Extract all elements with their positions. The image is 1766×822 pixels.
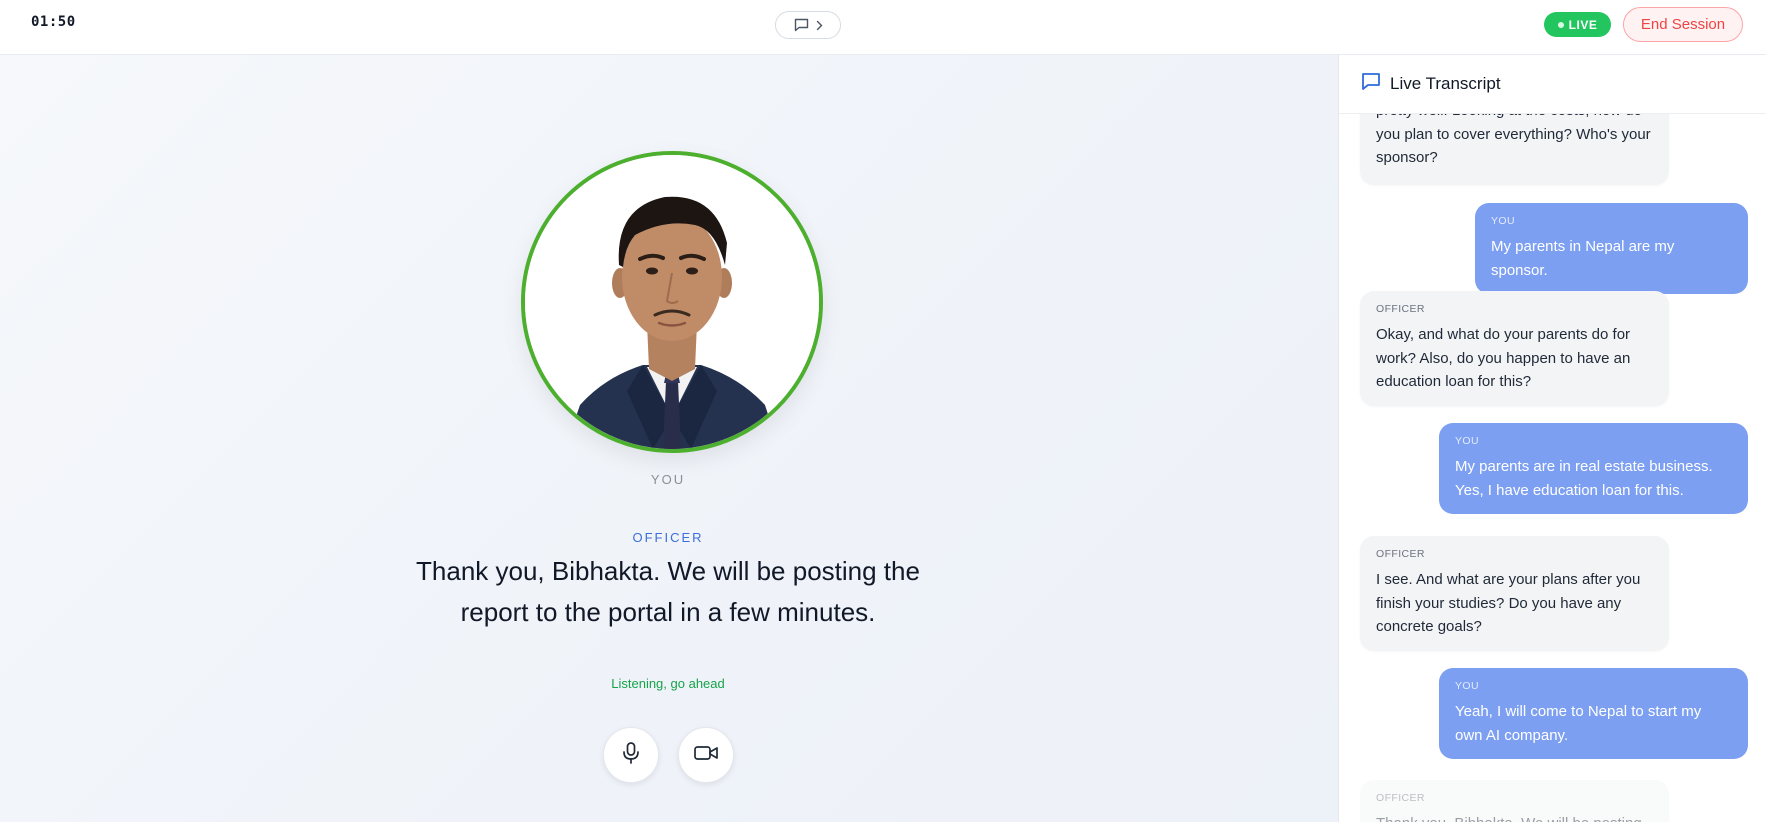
transcript-message-you: YOU My parents are in real estate busine… — [1439, 423, 1748, 514]
video-camera-icon — [693, 744, 719, 767]
message-speaker: YOU — [1491, 215, 1515, 227]
message-text: Yeah, I will come to Nepal to start my o… — [1455, 703, 1702, 744]
live-dot-icon — [1557, 21, 1564, 28]
message-text: Thank you, Bibhakta. We will be posting — [1376, 812, 1653, 822]
chat-icon — [1361, 72, 1381, 96]
officer-label: OFFICER — [632, 530, 704, 545]
transcript-message-officer: OFFICER Okay, and what do your parents d… — [1360, 291, 1669, 406]
transcript-message-you: YOU My parents in Nepal are my sponsor. — [1475, 203, 1748, 294]
message-text: Okay, and what do your parents do for wo… — [1376, 326, 1631, 390]
message-speaker: OFFICER — [1376, 303, 1425, 315]
camera-button[interactable] — [678, 727, 734, 783]
transcript-message-list[interactable]: pretty well. Looking at the costs, how d… — [1339, 55, 1766, 822]
microphone-button[interactable] — [603, 727, 659, 783]
transcript-panel: pretty well. Looking at the costs, how d… — [1338, 55, 1766, 822]
transcript-title: Live Transcript — [1390, 74, 1501, 93]
transcript-message-officer: OFFICER Thank you, Bibhakta. We will be … — [1360, 780, 1669, 822]
live-badge: LIVE — [1544, 12, 1611, 37]
message-speaker: OFFICER — [1376, 792, 1425, 804]
listening-status: Listening, go ahead — [611, 676, 725, 691]
transcript-toggle-button[interactable] — [775, 11, 841, 39]
user-portrait-image — [525, 155, 819, 449]
live-label: LIVE — [1568, 17, 1598, 32]
session-timer: 01:50 — [31, 14, 76, 30]
chat-icon — [794, 18, 809, 32]
officer-speech-text: Thank you, Bibhakta. We will be posting … — [416, 556, 920, 627]
transcript-message-you: YOU Yeah, I will come to Nepal to start … — [1439, 668, 1748, 759]
message-text: My parents in Nepal are my sponsor. — [1491, 238, 1675, 279]
transcript-header: Live Transcript — [1339, 55, 1766, 114]
message-text: My parents are in real estate business. … — [1455, 458, 1713, 499]
transcript-message-officer: OFFICER I see. And what are your plans a… — [1360, 536, 1669, 651]
top-bar: 01:50 LIVE End Session — [0, 0, 1766, 55]
message-text: I see. And what are your plans after you… — [1376, 571, 1641, 635]
message-speaker: YOU — [1455, 680, 1479, 692]
you-label: YOU — [650, 472, 686, 487]
avatar — [521, 151, 823, 453]
microphone-icon — [620, 741, 642, 770]
message-speaker: OFFICER — [1376, 548, 1425, 560]
message-speaker: YOU — [1455, 435, 1479, 447]
chevron-right-icon — [816, 20, 823, 31]
interview-stage: YOU OFFICER Thank you, Bibhakta. We will… — [0, 55, 1338, 822]
end-session-button[interactable]: End Session — [1623, 7, 1743, 42]
